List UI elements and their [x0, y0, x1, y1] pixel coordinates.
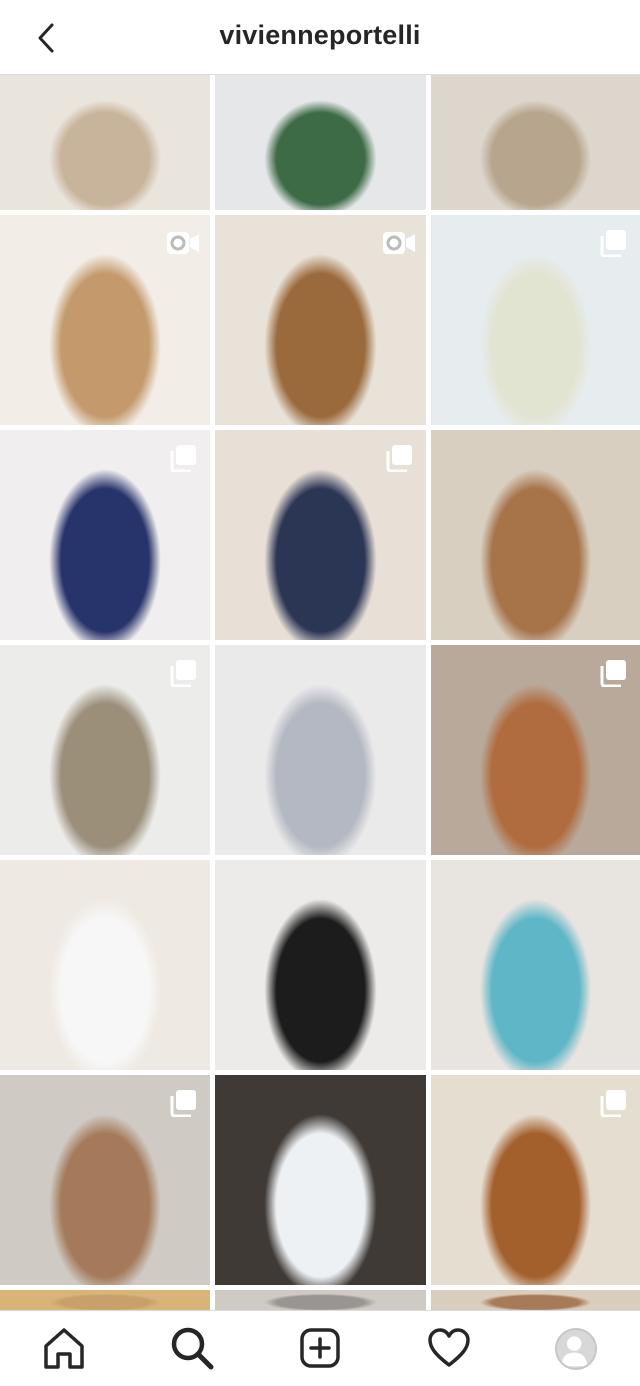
post-knit-vest-white-shirt[interactable]: [431, 215, 640, 425]
carousel-icon: [170, 660, 196, 687]
post-green-hoodie[interactable]: [215, 75, 426, 210]
video-icon: [167, 232, 199, 254]
post-thumbnail: [0, 860, 210, 1070]
home-icon[interactable]: [41, 1325, 87, 1371]
post-beige-sweater-steps[interactable]: [431, 645, 640, 855]
avatar-placeholder-icon: [560, 1336, 588, 1367]
post-thumbnail: [215, 75, 426, 210]
post-partial-2[interactable]: [215, 1290, 426, 1310]
post-navy-blazer-jeans[interactable]: [215, 430, 426, 640]
post-partial-1[interactable]: [0, 1290, 210, 1310]
top-bar: vivienneportelli: [0, 0, 640, 75]
carousel-icon: [386, 445, 412, 472]
post-brown-knit-balcony[interactable]: [215, 215, 426, 425]
profile-username[interactable]: vivienneportelli: [0, 20, 640, 51]
search-icon[interactable]: [169, 1325, 215, 1371]
post-camel-coat-beanie[interactable]: [0, 1075, 210, 1285]
new-post-icon[interactable]: [297, 1325, 343, 1371]
post-couple-white-robes[interactable]: [215, 1075, 426, 1285]
post-thumbnail: [431, 75, 640, 210]
carousel-icon: [170, 1090, 196, 1117]
post-blue-socks-flatlay[interactable]: [431, 860, 640, 1070]
post-tan-sweater-white-shirt[interactable]: [0, 215, 210, 425]
post-thumbnail: [215, 1075, 426, 1285]
post-brown-knit-black-bag[interactable]: [431, 1075, 640, 1285]
profile-avatar[interactable]: [555, 1328, 597, 1370]
post-brown-sweater-stairs[interactable]: [431, 430, 640, 640]
post-thumbnail: [215, 645, 426, 855]
post-partial-3[interactable]: [431, 1290, 640, 1310]
post-thumbnail: [215, 860, 426, 1070]
post-thumbnail: [215, 1290, 426, 1310]
post-vest-snake-pants[interactable]: [0, 645, 210, 855]
post-thumbnail: [431, 860, 640, 1070]
bottom-navigation: [0, 1310, 640, 1386]
post-black-blazer-dress[interactable]: [215, 860, 426, 1070]
post-thumbnail: [431, 1290, 640, 1310]
carousel-icon: [600, 660, 626, 687]
post-thumbnail: [0, 75, 210, 210]
post-cream-cardigan-street[interactable]: [431, 75, 640, 210]
post-navy-sweater-bioderma[interactable]: [0, 430, 210, 640]
carousel-icon: [600, 1090, 626, 1117]
carousel-icon: [600, 230, 626, 257]
post-grey-hoodie-bag[interactable]: [215, 645, 426, 855]
post-cream-cardigan[interactable]: [0, 75, 210, 210]
post-thumbnail: [431, 430, 640, 640]
post-white-robe-coffee[interactable]: [0, 860, 210, 1070]
activity-heart-icon[interactable]: [426, 1325, 472, 1371]
video-icon: [383, 232, 415, 254]
post-thumbnail: [0, 1290, 210, 1310]
carousel-icon: [170, 445, 196, 472]
posts-grid: [0, 75, 640, 1310]
